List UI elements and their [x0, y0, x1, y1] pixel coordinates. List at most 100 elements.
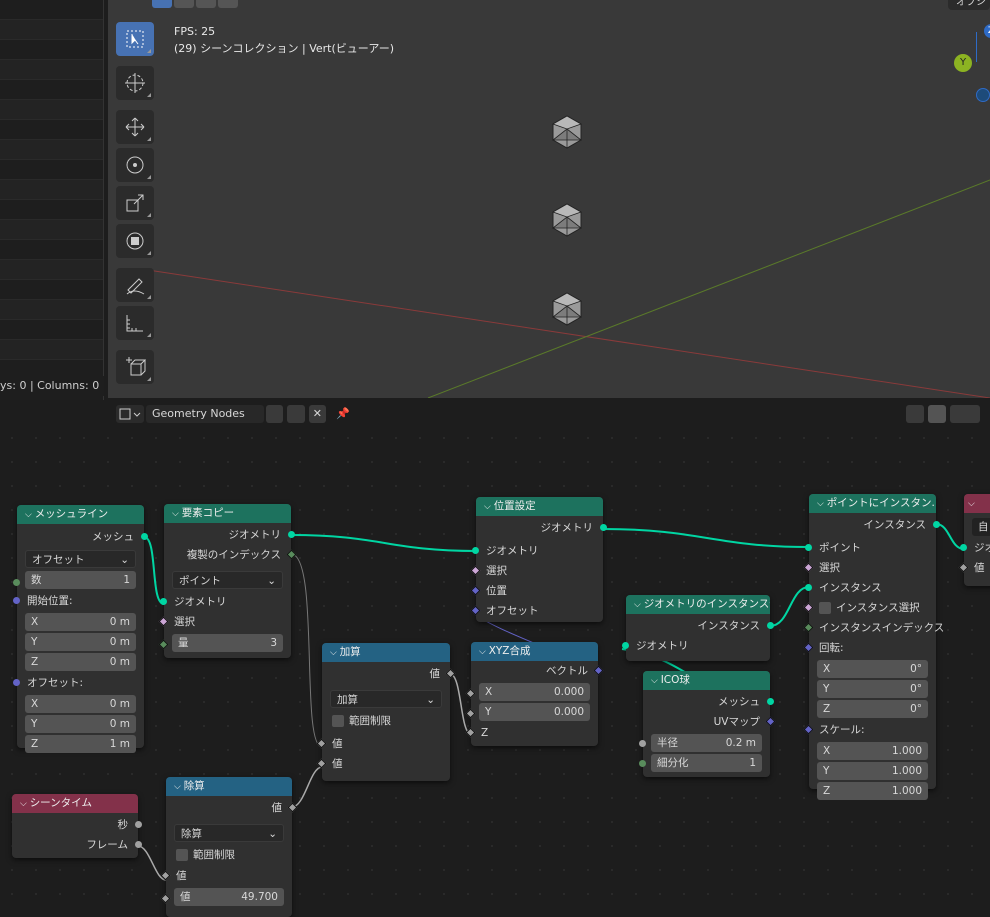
- transform-tool[interactable]: [116, 224, 154, 258]
- input-socket[interactable]: [639, 760, 646, 767]
- node-combine-xyz[interactable]: XYZ合成 ベクトル X0.000 Y0.000 Z: [465, 642, 604, 746]
- value-field[interactable]: 値 49.700: [174, 888, 284, 906]
- node-instance-on-points[interactable]: ポイントにインスタン... インスタンス ポイント 選択 インスタンス インスタ…: [803, 494, 944, 800]
- socket-label: ポイント: [819, 542, 861, 554]
- node-header[interactable]: 位置設定: [476, 497, 603, 516]
- parent-node-icon[interactable]: [906, 405, 924, 423]
- editor-type-dropdown[interactable]: [116, 405, 144, 423]
- input-socket[interactable]: [960, 544, 967, 551]
- measure-tool[interactable]: [116, 306, 154, 340]
- scale-x-field[interactable]: X 1.000: [817, 742, 928, 760]
- mode-dropdown[interactable]: オフセット ⌄: [25, 550, 136, 568]
- snap-icon[interactable]: [928, 405, 946, 423]
- scale-y-field[interactable]: Y 1.000: [817, 762, 928, 780]
- rotation-z-field[interactable]: Z 0°: [817, 700, 928, 718]
- move-tool[interactable]: [116, 110, 154, 144]
- cursor-tool[interactable]: [116, 66, 154, 100]
- input-socket[interactable]: [160, 598, 167, 605]
- domain-dropdown[interactable]: ポイント ⌄: [172, 571, 283, 589]
- 3d-viewport[interactable]: オプシ Z Y: [108, 0, 990, 398]
- shield-icon[interactable]: [266, 405, 284, 423]
- duplicate-icon[interactable]: [287, 405, 305, 423]
- node-mesh-line[interactable]: メッシュライン メッシュ オフセット⌄ 数1 開始位置: X0 m Y0 m Z…: [13, 505, 148, 753]
- input-socket[interactable]: [805, 584, 812, 591]
- node-header[interactable]: ICO球: [643, 671, 770, 690]
- input-socket[interactable]: [639, 740, 646, 747]
- offset-y-field[interactable]: Y0 m: [25, 715, 136, 733]
- node-ico-sphere[interactable]: ICO球 メッシュ UVマップ 半径0.2 m 細分化1: [639, 671, 776, 777]
- node-header[interactable]: 加算: [322, 643, 450, 662]
- output-socket[interactable]: [135, 821, 142, 828]
- output-socket[interactable]: [288, 531, 295, 538]
- clamp-checkbox[interactable]: [176, 849, 188, 861]
- ico-sphere-object[interactable]: [550, 115, 584, 149]
- socket-label: 複製のインデックス: [186, 549, 281, 561]
- socket-label: ジオメトリ: [540, 522, 594, 534]
- node-scene-time[interactable]: シーンタイム 秒 フレーム: [12, 794, 142, 858]
- start-z-field[interactable]: Z0 m: [25, 653, 136, 671]
- output-socket[interactable]: [135, 841, 142, 848]
- node-math-add[interactable]: 加算 値 加算⌄ 範囲制限 値 値: [316, 643, 456, 781]
- offscreen-field[interactable]: 自: [972, 518, 990, 536]
- input-socket[interactable]: [622, 642, 629, 649]
- output-socket[interactable]: [141, 533, 148, 540]
- rotation-y-field[interactable]: Y 0°: [817, 680, 928, 698]
- snap-mode-icon[interactable]: [950, 405, 980, 423]
- add-cube-tool[interactable]: [116, 350, 154, 384]
- amount-field[interactable]: 量3: [172, 634, 283, 652]
- node-math-divide[interactable]: 除算 値 除算⌄ 範囲制限 値 値49.700: [160, 777, 298, 917]
- node-tree-name[interactable]: Geometry Nodes: [146, 405, 264, 423]
- scale-z-field[interactable]: Z 1.000: [817, 782, 928, 800]
- output-socket[interactable]: [600, 524, 607, 531]
- input-socket[interactable]: [13, 679, 20, 686]
- select-mode-buttons[interactable]: [152, 0, 238, 8]
- node-header[interactable]: シーンタイム: [12, 794, 138, 813]
- x-field[interactable]: X 0.000: [479, 683, 590, 701]
- node-header[interactable]: ジオメトリのインスタンス化: [626, 595, 770, 614]
- node-header[interactable]: [964, 494, 990, 513]
- gizmo-y-axis[interactable]: Y: [954, 54, 972, 72]
- rotation-x-field[interactable]: X 0°: [817, 660, 928, 678]
- radius-field[interactable]: 半径 0.2 m: [651, 734, 762, 752]
- start-x-field[interactable]: X0 m: [25, 613, 136, 631]
- input-socket[interactable]: [13, 579, 20, 586]
- node-header[interactable]: 除算: [166, 777, 292, 796]
- node-duplicate-elements[interactable]: 要素コピー ジオメトリ 複製のインデックス ポイント⌄ ジオメトリ 選択 量3: [158, 504, 297, 658]
- select-tool[interactable]: [116, 22, 154, 56]
- clamp-checkbox[interactable]: [332, 715, 344, 727]
- node-header[interactable]: メッシュライン: [17, 505, 144, 524]
- annotate-tool[interactable]: [116, 268, 154, 302]
- close-icon[interactable]: ✕: [308, 405, 326, 423]
- subdivisions-field[interactable]: 細分化 1: [651, 754, 762, 772]
- node-set-position[interactable]: 位置設定 ジオメトリ ジオメトリ 選択 位置 オフセット: [470, 497, 607, 622]
- pin-icon[interactable]: 📌: [334, 405, 352, 423]
- ico-sphere-object[interactable]: [550, 203, 584, 237]
- count-field[interactable]: 数1: [25, 571, 136, 589]
- operation-dropdown[interactable]: 除算 ⌄: [174, 824, 284, 842]
- options-button[interactable]: オプシ: [948, 0, 990, 10]
- input-socket[interactable]: [472, 547, 479, 554]
- node-offscreen[interactable]: 自 ジオ 値: [958, 494, 990, 586]
- node-header[interactable]: ポイントにインスタン...: [809, 494, 936, 513]
- ico-sphere-object[interactable]: [550, 292, 584, 326]
- socket-label: 回転:: [819, 642, 844, 654]
- offset-x-field[interactable]: X0 m: [25, 695, 136, 713]
- scale-tool[interactable]: [116, 186, 154, 220]
- select-box-icon: [126, 30, 144, 48]
- socket-label: UVマップ: [713, 716, 760, 728]
- start-y-field[interactable]: Y0 m: [25, 633, 136, 651]
- node-header[interactable]: 要素コピー: [164, 504, 291, 523]
- node-header[interactable]: XYZ合成: [471, 642, 598, 661]
- gizmo-neg-axis[interactable]: [976, 88, 990, 102]
- offset-z-field[interactable]: Z1 m: [25, 735, 136, 753]
- node-realize-instances[interactable]: ジオメトリのインスタンス化 インスタンス ジオメトリ: [622, 595, 774, 661]
- output-socket[interactable]: [933, 521, 940, 528]
- instance-select-checkbox[interactable]: [819, 602, 831, 614]
- y-field[interactable]: Y 0.000: [479, 703, 590, 721]
- output-socket[interactable]: [767, 698, 774, 705]
- output-socket[interactable]: [767, 622, 774, 629]
- operation-dropdown[interactable]: 加算 ⌄: [330, 690, 442, 708]
- input-socket[interactable]: [805, 544, 812, 551]
- input-socket[interactable]: [13, 597, 20, 604]
- rotate-tool[interactable]: [116, 148, 154, 182]
